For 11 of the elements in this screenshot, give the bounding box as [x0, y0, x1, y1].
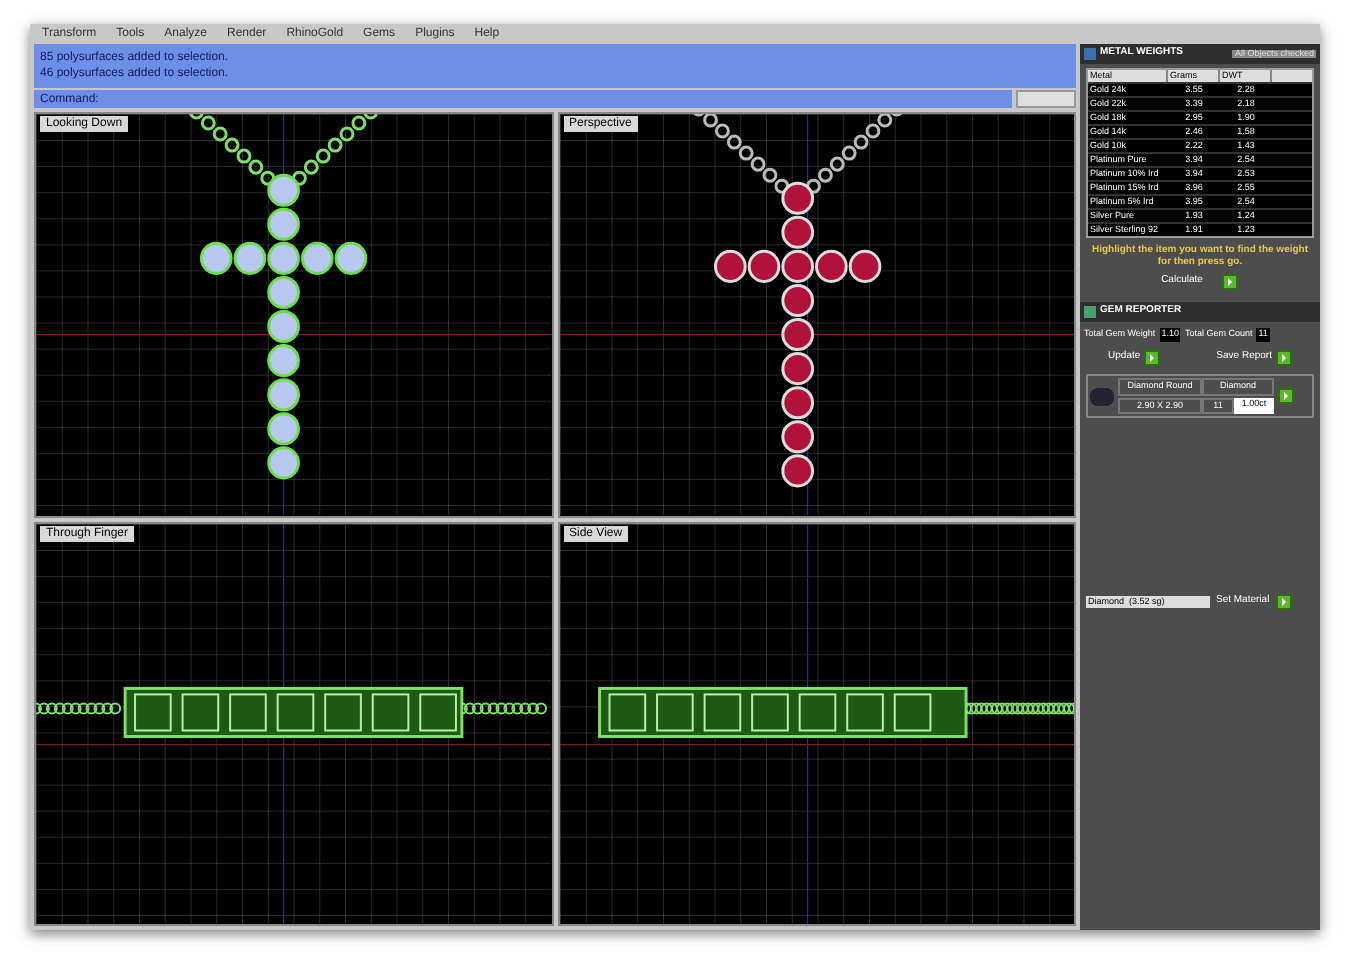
play-icon	[1279, 353, 1288, 362]
set-material-button[interactable]	[1275, 594, 1292, 610]
play-icon	[1282, 392, 1290, 400]
play-icon	[1226, 278, 1235, 286]
calculate-button[interactable]	[1222, 274, 1239, 290]
play-icon	[1148, 353, 1157, 362]
gem-thumbnail-icon	[1090, 387, 1114, 405]
gem-go-button[interactable]	[1278, 388, 1294, 404]
play-icon	[1279, 598, 1288, 606]
update-button[interactable]	[1144, 349, 1161, 366]
save-report-button[interactable]	[1275, 349, 1292, 366]
